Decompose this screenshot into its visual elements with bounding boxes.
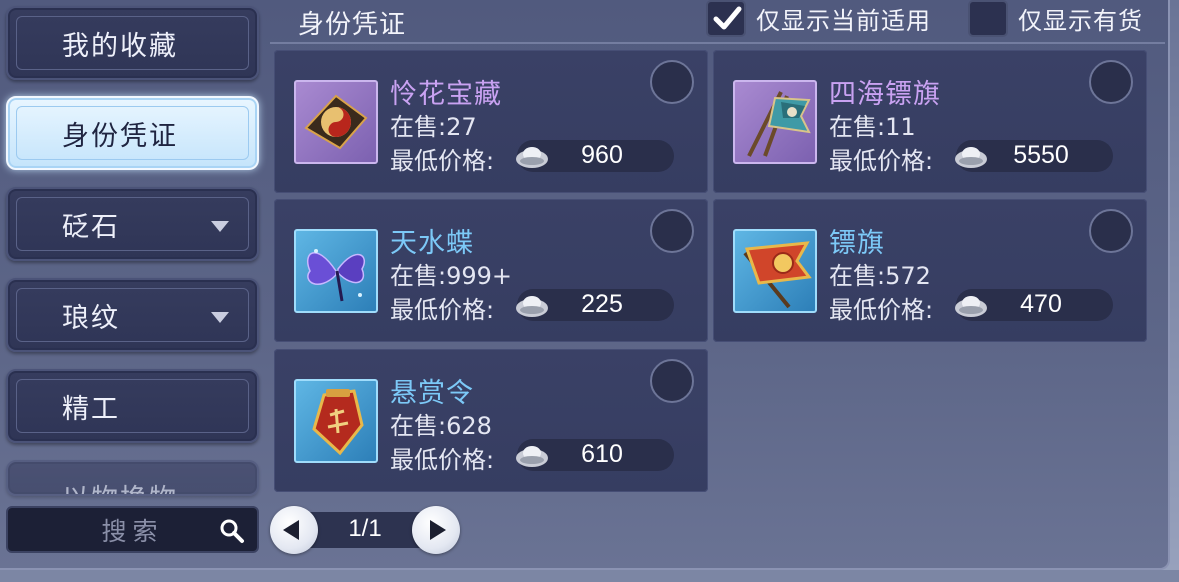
sidebar-item-jinggong[interactable]: 精工 <box>6 369 259 443</box>
filter-current-label: 仅显示当前适用 <box>756 7 931 35</box>
item-price: 960 <box>581 141 623 169</box>
filter-in-stock[interactable]: 仅显示有货 <box>968 0 1143 37</box>
item-name: 怜花宝藏 <box>390 79 502 110</box>
search-placeholder: 搜索 <box>101 516 164 546</box>
item-name: 天水蝶 <box>390 228 474 259</box>
sidebar-item-label: 琅纹 <box>62 302 120 334</box>
item-price: 610 <box>581 440 623 468</box>
search-icon[interactable] <box>219 518 245 544</box>
prev-page-button[interactable] <box>270 506 318 554</box>
price-label: 最低价格: <box>390 446 495 474</box>
sidebar-item-label: 砭石 <box>62 211 120 243</box>
chevron-right-icon <box>430 520 446 540</box>
page-title: 身份凭证 <box>298 10 407 40</box>
select-radio[interactable] <box>1089 209 1133 253</box>
filter-current-checkbox[interactable] <box>706 0 746 37</box>
filter-stock-label: 仅显示有货 <box>1018 7 1143 35</box>
item-price: 5550 <box>1013 141 1069 169</box>
select-radio[interactable] <box>650 359 694 403</box>
item-card[interactable]: 悬赏令 在售:628 最低价格: 610 <box>274 349 708 492</box>
search-input[interactable]: 搜索 <box>6 506 259 553</box>
price-label: 最低价格: <box>829 147 934 175</box>
bounty-token-icon <box>294 379 378 463</box>
item-price: 225 <box>581 290 623 318</box>
chevron-left-icon <box>283 520 299 540</box>
sidebar-item-barter[interactable]: 以物换物 <box>6 460 259 496</box>
sidebar-item-label: 我的收藏 <box>62 30 178 62</box>
item-stock: 在售:11 <box>829 113 916 141</box>
chevron-down-icon <box>211 312 229 323</box>
page-indicator: 1/1 <box>348 515 382 542</box>
filter-current-applicable[interactable]: 仅显示当前适用 <box>706 0 931 37</box>
escort-flag-icon <box>733 229 817 313</box>
item-card[interactable]: 镖旗 在售:572 最低价格: 470 <box>713 199 1147 342</box>
butterfly-icon <box>294 229 378 313</box>
select-radio[interactable] <box>650 209 694 253</box>
sidebar-item-identity-credentials[interactable]: 身份凭证 <box>6 96 259 170</box>
item-name: 镖旗 <box>829 228 885 259</box>
escort-flags-icon <box>733 80 817 164</box>
item-stock: 在售:999+ <box>390 262 513 290</box>
item-stock: 在售:572 <box>829 262 931 290</box>
item-card[interactable]: 怜花宝藏 在售:27 最低价格: 960 <box>274 50 708 193</box>
filter-stock-checkbox[interactable] <box>968 0 1008 37</box>
item-stock: 在售:628 <box>390 412 492 440</box>
header-divider <box>270 42 1165 44</box>
sidebar-item-favorites[interactable]: 我的收藏 <box>6 6 259 80</box>
panel-bottom-edge <box>0 570 1179 582</box>
treasure-compass-icon <box>294 80 378 164</box>
next-page-button[interactable] <box>412 506 460 554</box>
price-label: 最低价格: <box>390 147 495 175</box>
checkmark-icon <box>713 6 742 30</box>
item-card[interactable]: 四海镖旗 在售:11 最低价格: 5550 <box>713 50 1147 193</box>
sidebar-item-label: 身份凭证 <box>62 120 178 152</box>
item-price: 470 <box>1020 290 1062 318</box>
sidebar-item-langwen[interactable]: 琅纹 <box>6 278 259 352</box>
item-card[interactable]: 天水蝶 在售:999+ 最低价格: 225 <box>274 199 708 342</box>
price-label: 最低价格: <box>390 296 495 324</box>
select-radio[interactable] <box>1089 60 1133 104</box>
select-radio[interactable] <box>650 60 694 104</box>
sidebar-item-label: 精工 <box>62 393 120 425</box>
item-name: 悬赏令 <box>390 378 474 409</box>
sidebar-item-label: 以物换物 <box>8 462 178 495</box>
item-stock: 在售:27 <box>390 113 477 141</box>
item-name: 四海镖旗 <box>829 79 941 110</box>
chevron-down-icon <box>211 221 229 232</box>
sidebar-item-bianshi[interactable]: 砭石 <box>6 187 259 261</box>
price-label: 最低价格: <box>829 296 934 324</box>
